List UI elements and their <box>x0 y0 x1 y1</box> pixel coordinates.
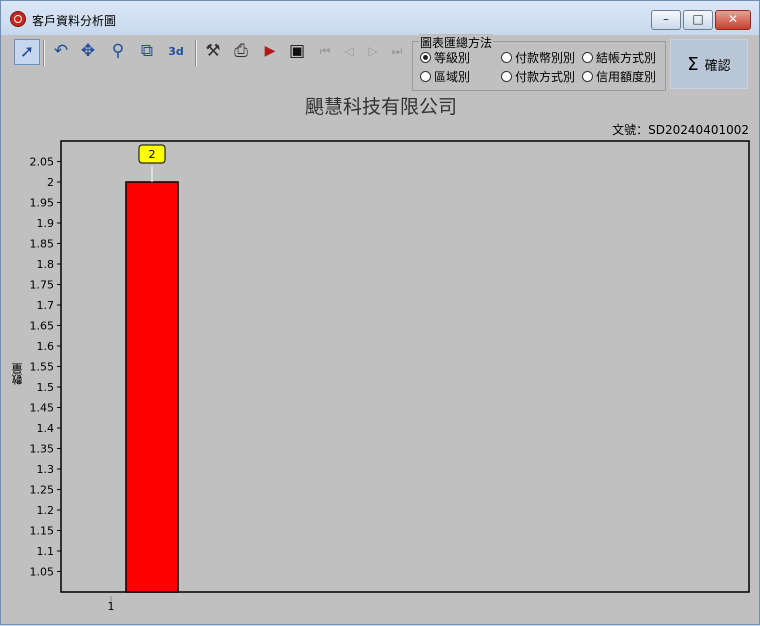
y-tick-label: 2 <box>47 176 54 189</box>
rotate-icon[interactable]: ↶ <box>49 39 73 63</box>
close-icon: ✕ <box>727 12 739 26</box>
sigma-icon: Σ <box>687 53 699 75</box>
radio-credit-limit[interactable]: 信用額度別 <box>582 69 656 84</box>
y-tick-label: 1.5 <box>37 381 55 394</box>
last-page-icon[interactable]: ⏭ <box>385 39 409 63</box>
minimize-button[interactable]: – <box>651 10 681 30</box>
close-button[interactable]: ✕ <box>715 10 751 30</box>
y-tick-label: 1.65 <box>30 320 55 333</box>
radio-dot <box>420 51 431 63</box>
prev-page-icon[interactable]: ◁ <box>337 39 361 63</box>
window: 客戶資料分析圖 – □ ✕ ➚ ↶ ✥ ⚲ ⧉ 3d ⚒ ⎙ ▶ ▣ ⏮ ◁ ▷… <box>0 0 760 625</box>
export-icon[interactable]: ⧉ <box>135 39 159 63</box>
y-tick-label: 1.7 <box>37 299 55 312</box>
zoom-icon[interactable]: ⚲ <box>106 39 130 63</box>
y-tick-label: 1.05 <box>30 566 55 579</box>
first-page-icon[interactable]: ⏮ <box>313 39 337 63</box>
client-area: ➚ ↶ ✥ ⚲ ⧉ 3d ⚒ ⎙ ▶ ▣ ⏮ ◁ ▷ ⏭ 圖表匯總方法 等級別 … <box>9 34 753 618</box>
company-title: 颶慧科技有限公司 <box>304 96 457 118</box>
y-tick-label: 1.8 <box>37 258 55 271</box>
toolbar: ➚ ↶ ✥ ⚲ ⧉ 3d ⚒ ⎙ ▶ ▣ ⏮ ◁ ▷ ⏭ <box>9 35 409 67</box>
radio-settlement[interactable]: 結帳方式別 <box>582 50 656 65</box>
radio-payment-method[interactable]: 付款方式別 <box>501 69 575 84</box>
data-label: 2 <box>149 148 156 161</box>
radio-dot <box>501 70 512 82</box>
y-tick-label: 1.55 <box>30 361 55 374</box>
next-page-icon[interactable]: ▷ <box>361 39 385 63</box>
y-tick-label: 1.4 <box>37 422 55 435</box>
maximize-icon: □ <box>692 12 704 26</box>
chart-area: 數量 2.05 2 1.95 1.9 1.85 1.8 1.75 1.7 1.65 1.6 1.55… <box>9 133 753 623</box>
print-icon[interactable]: ⎙ <box>229 39 253 63</box>
y-tick-label: 1.85 <box>30 238 55 251</box>
y-tick-label: 1.75 <box>30 279 55 292</box>
y-tick-label: 1.6 <box>37 340 55 353</box>
minimize-icon: – <box>663 12 669 26</box>
bar-chart: 2.05 2 1.95 1.9 1.85 1.8 1.75 1.7 1.65 1.6 1.55 1.5… <box>30 140 750 613</box>
window-title: 客戶資料分析圖 <box>32 14 117 28</box>
toolbar-separator <box>43 40 45 66</box>
toolbar-separator <box>195 40 197 66</box>
title-bar[interactable]: 客戶資料分析圖 – □ ✕ <box>1 1 759 35</box>
pan-icon[interactable]: ✥ <box>76 39 100 63</box>
y-tick-label: 1.45 <box>30 402 55 415</box>
y-tick-label: 1.2 <box>37 504 55 517</box>
maximize-button[interactable]: □ <box>683 10 713 30</box>
radio-region[interactable]: 區域別 <box>420 69 470 84</box>
tools-icon[interactable]: ⚒ <box>201 39 225 63</box>
app-globe-icon <box>10 11 26 27</box>
radio-payment-currency[interactable]: 付款幣別別 <box>501 50 575 65</box>
y-tick-label: 1.15 <box>30 525 55 538</box>
y-tick-label: 1.95 <box>30 197 55 210</box>
y-tick-label: 1.9 <box>37 217 55 230</box>
y-tick-label: 2.05 <box>30 156 55 169</box>
bar <box>125 181 179 593</box>
radio-dot <box>582 51 593 63</box>
confirm-button[interactable]: Σ 確認 <box>670 39 748 89</box>
y-tick-label: 1.1 <box>37 545 55 558</box>
y-tick-label: 1.3 <box>37 463 55 476</box>
x-tick-label: 1 <box>108 600 115 613</box>
radio-dot <box>582 70 593 82</box>
radio-dot <box>501 51 512 63</box>
y-tick-label: 1.25 <box>30 484 55 497</box>
y-tick-label: 1.35 <box>30 443 55 456</box>
radio-dot <box>420 70 431 82</box>
3d-icon[interactable]: 3d <box>164 39 188 63</box>
save-icon[interactable]: ▣ <box>285 39 309 63</box>
copy-icon[interactable]: ▶ <box>258 39 282 63</box>
radio-grade[interactable]: 等級別 <box>420 50 470 65</box>
pointer-icon[interactable]: ➚ <box>14 39 40 65</box>
y-axis-label: 數量 <box>11 363 24 385</box>
summary-method-groupbox: 圖表匯總方法 等級別 付款幣別別 結帳方式別 區域別 付款方式別 信用額度別 <box>412 34 666 91</box>
